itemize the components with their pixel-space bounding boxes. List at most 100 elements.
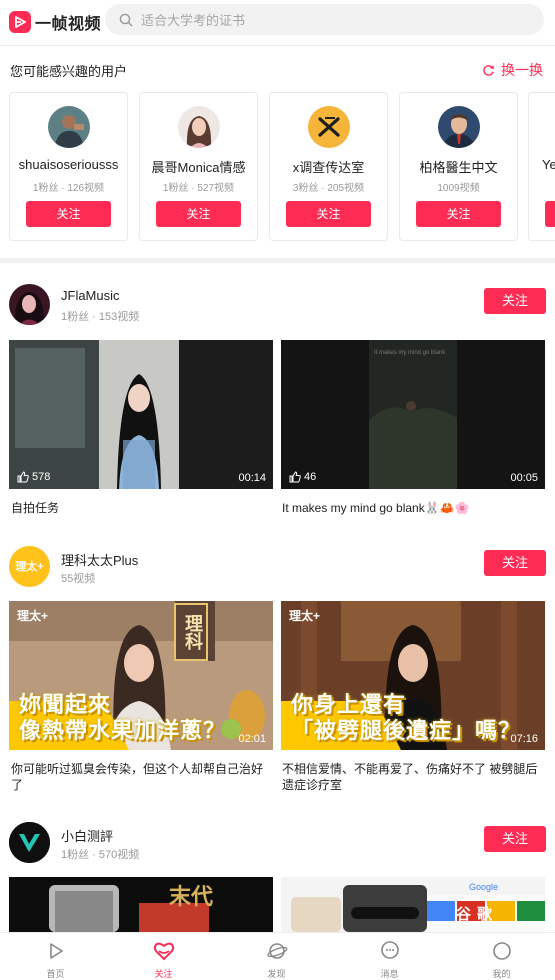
avatar[interactable] bbox=[9, 822, 50, 863]
video-duration: 00:14 bbox=[238, 472, 266, 484]
video-thumbnail[interactable]: It makes my mind go blank 46 00:05 bbox=[281, 340, 545, 489]
nav-label: 我的 bbox=[492, 969, 511, 979]
video-caption: 末代 bbox=[169, 884, 214, 909]
video-caption: 「被劈腿後遺症」嗎？ bbox=[291, 718, 522, 743]
author-meta: 1粉丝 · 153视频 bbox=[61, 311, 140, 323]
thumbs-up-icon bbox=[17, 471, 29, 483]
video-duration: 00:05 bbox=[510, 472, 538, 484]
video-thumbnail[interactable]: 理太+ 你身上還有 「被劈腿後遺症」嗎？ 07:16 bbox=[281, 601, 545, 750]
nav-label: 首页 bbox=[46, 969, 65, 979]
nav-profile[interactable]: 我的 bbox=[446, 933, 555, 980]
neon-sign: 理科 bbox=[174, 603, 208, 661]
search-input[interactable]: 适合大学考的证书 bbox=[105, 4, 544, 35]
video-title[interactable]: 你可能听过狐臭会传染，但这个人却帮自己治好了 bbox=[11, 761, 273, 793]
avatar[interactable]: 理太+ bbox=[9, 546, 50, 587]
user-name: 晨哥Monica情感 bbox=[151, 160, 246, 175]
user-name: Ye bbox=[542, 157, 555, 172]
logo-icon bbox=[9, 11, 31, 33]
nav-following[interactable]: 关注 bbox=[108, 933, 219, 980]
heart-icon bbox=[153, 942, 175, 961]
video-caption: 谷歌 bbox=[456, 906, 499, 923]
search-placeholder: 适合大学考的证书 bbox=[141, 13, 246, 28]
nav-messages[interactable]: 消息 bbox=[334, 933, 445, 980]
avatar bbox=[438, 106, 480, 148]
search-icon bbox=[119, 13, 133, 26]
author-row: 理太+ 理科太太Plus 55视频 关注 bbox=[9, 546, 546, 590]
bottom-nav: 首页 关注 发现 消息 我的 bbox=[0, 932, 555, 980]
user-card[interactable]: Ye 关注 bbox=[528, 92, 555, 241]
video-image bbox=[9, 340, 273, 489]
video-image bbox=[9, 877, 273, 932]
nav-home[interactable]: 首页 bbox=[0, 933, 111, 980]
thumbs-up-icon bbox=[289, 471, 301, 483]
refresh-label: 换一换 bbox=[501, 62, 543, 78]
like-count: 46 bbox=[289, 471, 316, 483]
like-count: 578 bbox=[17, 471, 50, 483]
video-image bbox=[281, 877, 545, 932]
avatar bbox=[178, 106, 220, 148]
video-thumbnail[interactable]: 578 00:14 bbox=[9, 340, 273, 489]
avatar[interactable] bbox=[9, 284, 50, 325]
follow-button[interactable]: 关注 bbox=[286, 201, 371, 227]
brand-text: Google bbox=[469, 882, 499, 892]
user-meta: 1粉丝 · 527视频 bbox=[162, 183, 235, 194]
video-overlay-text: It makes my mind go blank bbox=[374, 350, 446, 356]
follow-button[interactable]: 关注 bbox=[545, 201, 555, 227]
planet-icon bbox=[267, 943, 288, 959]
user-card[interactable]: 柏格醫生中文 1009视频 关注 bbox=[399, 92, 518, 241]
user-card[interactable]: 晨哥Monica情感 1粉丝 · 527视频 关注 bbox=[139, 92, 258, 241]
author-row: 小白测評 1粉丝 · 570视频 关注 bbox=[9, 822, 546, 866]
user-name: shuaisoseriousss bbox=[18, 157, 119, 172]
recommend-title: 您可能感兴趣的用户 bbox=[10, 64, 128, 79]
video-title[interactable]: It makes my mind go blank🐰🦀🌸 bbox=[282, 500, 544, 516]
avatar bbox=[48, 106, 90, 148]
user-name: x调查传达室 bbox=[292, 160, 365, 175]
refresh-icon bbox=[483, 64, 494, 76]
avatar bbox=[308, 106, 350, 148]
divider bbox=[0, 45, 555, 46]
channel-watermark: 理太+ bbox=[289, 609, 321, 623]
top-bar: 一帧视频 适合大学考的证书 bbox=[0, 0, 555, 44]
author-name[interactable]: JFlaMusic bbox=[61, 288, 120, 303]
app-name: 一帧视频 bbox=[35, 16, 102, 33]
user-card[interactable]: shuaisoseriousss 1粉丝 · 126视频 关注 bbox=[9, 92, 128, 241]
nav-label: 发现 bbox=[267, 969, 286, 979]
app-logo[interactable]: 一帧视频 bbox=[9, 10, 101, 34]
follow-button[interactable]: 关注 bbox=[484, 288, 546, 314]
follow-button[interactable]: 关注 bbox=[484, 826, 546, 852]
section-divider bbox=[0, 258, 555, 263]
user-meta: 3粉丝 · 205视频 bbox=[292, 183, 365, 194]
follow-button[interactable]: 关注 bbox=[26, 201, 111, 227]
follow-button[interactable]: 关注 bbox=[156, 201, 241, 227]
user-meta: 1009视频 bbox=[437, 183, 480, 194]
video-thumbnail[interactable]: Google 谷歌 bbox=[281, 877, 545, 932]
nav-label: 消息 bbox=[380, 969, 399, 979]
video-thumbnail[interactable]: 末代 bbox=[9, 877, 273, 932]
follow-button[interactable]: 关注 bbox=[416, 201, 501, 227]
user-card[interactable]: x调查传达室 3粉丝 · 205视频 关注 bbox=[269, 92, 388, 241]
video-title[interactable]: 自拍任务 bbox=[11, 500, 273, 516]
author-row: JFlaMusic 1粉丝 · 153视频 关注 bbox=[9, 284, 546, 328]
recommend-user-list: shuaisoseriousss 1粉丝 · 126视频 关注 晨哥Monica… bbox=[9, 92, 555, 242]
nav-discover[interactable]: 发现 bbox=[221, 933, 332, 980]
follow-button[interactable]: 关注 bbox=[484, 550, 546, 576]
profile-icon bbox=[493, 942, 511, 960]
nav-label: 关注 bbox=[154, 969, 173, 979]
channel-watermark: 理太+ bbox=[17, 609, 49, 623]
video-duration: 02:01 bbox=[238, 733, 266, 745]
user-meta: 1粉丝 · 126视频 bbox=[32, 183, 105, 194]
user-name: 柏格醫生中文 bbox=[419, 160, 498, 175]
avatar-brand-text: 理太+ bbox=[15, 561, 44, 573]
video-title[interactable]: 不相信爱情、不能再爱了、伤痛好不了 被劈腿后遗症诊疗室 bbox=[282, 761, 544, 793]
play-icon bbox=[50, 943, 63, 959]
video-caption: 像熱帶水果加洋蔥？ bbox=[19, 718, 227, 743]
author-meta: 55视频 bbox=[61, 573, 96, 585]
video-duration: 07:16 bbox=[510, 733, 538, 745]
video-image: It makes my mind go blank bbox=[281, 340, 545, 489]
refresh-button[interactable]: 换一换 bbox=[482, 60, 543, 80]
message-icon bbox=[381, 941, 399, 959]
video-thumbnail[interactable]: 理太+ 理科 妳聞起來 像熱帶水果加洋蔥？ 02:01 bbox=[9, 601, 273, 750]
author-name[interactable]: 理科太太Plus bbox=[61, 550, 138, 569]
author-meta: 1粉丝 · 570视频 bbox=[61, 849, 140, 861]
author-name[interactable]: 小白测評 bbox=[61, 826, 113, 845]
